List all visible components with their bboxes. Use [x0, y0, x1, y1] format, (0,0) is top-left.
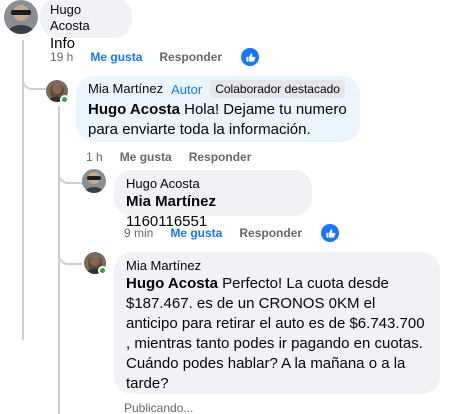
comment-bubble-4: Mia Martínez Hugo Acosta Perfecto! La cu… [114, 252, 440, 394]
comment-bubble-3: Hugo Acosta Mia Martínez 1160116551 [114, 170, 312, 230]
thread-curve-3 [58, 215, 82, 265]
comment-body: Perfecto! La cuota desde $187.467. es de… [126, 275, 425, 392]
like-reaction-icon[interactable] [241, 48, 260, 66]
publishing-status: Publicando... [124, 401, 194, 414]
comment-text: Hugo Acosta Hola! Dejame tu numero para … [88, 100, 348, 140]
comment-bubble-2: Mia Martínez Autor Colaborador destacado… [76, 76, 360, 142]
comment-actions-2: 1 h Me gusta Responder [86, 150, 268, 164]
comment-actions-1: 19 h Me gusta Responder [50, 48, 260, 66]
top-contributor-badge: Colaborador destacado [210, 80, 345, 98]
comment-author[interactable]: Mia Martínez [88, 81, 163, 97]
comment-author[interactable]: Hugo Acosta [126, 176, 300, 192]
mention-link[interactable]: Hugo Acosta [126, 275, 218, 292]
mention-link[interactable]: Hugo Acosta [88, 101, 180, 118]
reply-button[interactable]: Responder [239, 226, 302, 240]
comment-bubble-1: Hugo Acosta Info [40, 0, 132, 52]
comment-author[interactable]: Mia Martínez [126, 258, 428, 274]
comment-actions-3: 9 min Me gusta Responder [124, 224, 340, 242]
reply-button[interactable]: Responder [159, 50, 222, 64]
mention-link[interactable]: Mia Martínez [126, 193, 216, 210]
author-tag: Autor [171, 81, 203, 97]
like-button[interactable]: Me gusta [170, 226, 222, 240]
avatar-hugo-acosta[interactable] [82, 169, 106, 193]
comment-time[interactable]: 1 h [86, 150, 103, 164]
reply-button[interactable]: Responder [189, 150, 252, 164]
like-reaction-icon[interactable] [321, 224, 340, 242]
comment-author[interactable]: Hugo Acosta [50, 2, 122, 34]
online-status-icon [98, 266, 107, 275]
like-button[interactable]: Me gusta [90, 50, 142, 64]
avatar-hugo-acosta[interactable] [4, 0, 38, 34]
like-button[interactable]: Me gusta [120, 150, 172, 164]
comment-time[interactable]: 9 min [124, 226, 153, 240]
comment-text: Hugo Acosta Perfecto! La cuota desde $18… [126, 274, 428, 394]
thread-curve-1 [22, 40, 46, 90]
thread-curve-2 [58, 160, 82, 184]
online-status-icon [60, 95, 69, 104]
comment-time[interactable]: 19 h [50, 50, 73, 64]
